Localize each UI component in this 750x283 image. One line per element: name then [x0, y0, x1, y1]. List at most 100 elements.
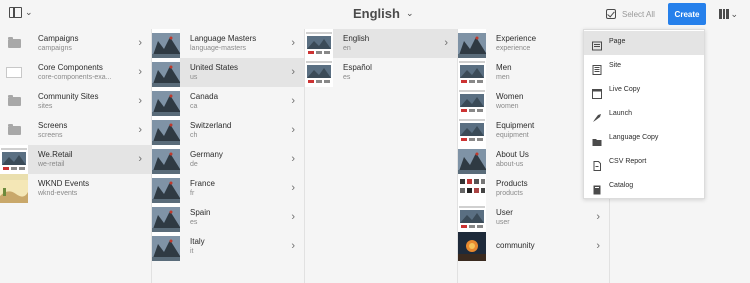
- item-title: Español: [343, 63, 372, 72]
- column-item[interactable]: Canada ca ›: [152, 87, 304, 116]
- item-text: Women women: [496, 92, 591, 112]
- chevron-right-icon[interactable]: ›: [291, 38, 295, 49]
- chevron-down-icon: ⌄: [25, 7, 33, 17]
- csv-report-icon: [592, 158, 602, 171]
- create-menu-item-launch[interactable]: Launch: [584, 103, 704, 127]
- item-thumbnail: [0, 58, 28, 87]
- column-item[interactable]: Language Masters language-masters ›: [152, 29, 304, 58]
- chevron-right-icon[interactable]: ›: [138, 96, 142, 107]
- column-2: Language Masters language-masters › United …: [152, 29, 305, 283]
- folder-icon: [8, 124, 21, 135]
- item-name: sites: [38, 103, 53, 110]
- column-item[interactable]: English en ›: [305, 29, 457, 58]
- catalog-icon: [592, 182, 602, 195]
- item-title: We.Retail: [38, 150, 73, 159]
- column-1: Campaigns campaigns › Core Components core-c…: [0, 29, 152, 283]
- column-view-icon: [719, 9, 729, 19]
- item-title: Equipment: [496, 121, 535, 130]
- create-menu-item-csv-report[interactable]: CSV Report: [584, 151, 704, 175]
- column-item[interactable]: Español es: [305, 58, 457, 87]
- item-text: Switzerland ch: [190, 121, 285, 141]
- chevron-right-icon[interactable]: ›: [291, 125, 295, 136]
- create-menu-item-page[interactable]: Page: [584, 31, 704, 55]
- create-button[interactable]: Create: [668, 3, 706, 25]
- item-thumbnail: [152, 87, 180, 116]
- item-title: Switzerland: [190, 121, 232, 130]
- page-icon: [592, 38, 602, 51]
- create-menu-item-label: Launch: [609, 110, 632, 117]
- column-item[interactable]: Screens screens ›: [0, 116, 151, 145]
- column-item[interactable]: United States us ›: [152, 58, 304, 87]
- column-item[interactable]: community ›: [458, 232, 609, 261]
- chevron-right-icon[interactable]: ›: [138, 38, 142, 49]
- item-title: English: [343, 34, 370, 43]
- title-dropdown[interactable]: English ⌄: [353, 6, 414, 21]
- item-text: France fr: [190, 179, 285, 199]
- item-thumbnail: [0, 145, 28, 174]
- item-title: Products: [496, 179, 528, 188]
- create-menu-item-label: CSV Report: [609, 158, 647, 165]
- item-name: it: [190, 248, 194, 255]
- chevron-right-icon[interactable]: ›: [596, 212, 600, 223]
- select-all-button[interactable]: Select All: [606, 9, 655, 19]
- item-thumbnail: [305, 29, 333, 58]
- item-text: Products products: [496, 179, 591, 199]
- column-item[interactable]: Campaigns campaigns ›: [0, 29, 151, 58]
- item-text: Italy it: [190, 237, 285, 257]
- chevron-right-icon[interactable]: ›: [291, 96, 295, 107]
- item-thumbnail: [0, 29, 28, 58]
- item-text: community: [496, 241, 591, 251]
- create-menu-item-live-copy[interactable]: Live Copy: [584, 79, 704, 103]
- column-item[interactable]: France fr ›: [152, 174, 304, 203]
- item-thumbnail: [458, 203, 486, 232]
- chevron-right-icon[interactable]: ›: [291, 212, 295, 223]
- folder-icon: [8, 37, 21, 48]
- item-thumbnail: [152, 174, 180, 203]
- item-thumbnail: [458, 174, 486, 203]
- select-all-icon: [606, 9, 616, 19]
- item-title: Men: [496, 63, 512, 72]
- item-title: User: [496, 208, 513, 217]
- column-item[interactable]: Italy it ›: [152, 232, 304, 261]
- column-item[interactable]: WKND Events wknd-events: [0, 174, 151, 203]
- column-item[interactable]: User user ›: [458, 203, 609, 232]
- item-thumbnail: [305, 58, 333, 87]
- select-all-label: Select All: [622, 9, 655, 19]
- create-menu-item-catalog[interactable]: Catalog: [584, 175, 704, 199]
- column-3: English en › Español es: [305, 29, 458, 283]
- folder-icon: [8, 95, 21, 106]
- column-item[interactable]: Switzerland ch ›: [152, 116, 304, 145]
- chevron-right-icon[interactable]: ›: [444, 38, 448, 49]
- item-thumbnail: [458, 29, 486, 58]
- item-title: Community Sites: [38, 92, 99, 101]
- item-name: es: [343, 74, 351, 81]
- item-name: ch: [190, 132, 198, 139]
- chevron-right-icon[interactable]: ›: [138, 67, 142, 78]
- column-item[interactable]: Core Components core-components-exa... ›: [0, 58, 151, 87]
- create-menu-item-site[interactable]: Site: [584, 55, 704, 79]
- language-copy-icon: [592, 134, 602, 146]
- rail-toggle-button[interactable]: ⌄: [9, 7, 33, 18]
- column-item[interactable]: Germany de ›: [152, 145, 304, 174]
- live-copy-icon: [592, 86, 602, 99]
- side-panel-icon: [9, 7, 22, 18]
- create-menu-item-language-copy[interactable]: Language Copy: [584, 127, 704, 151]
- item-thumbnail: [458, 232, 486, 261]
- column-item[interactable]: Community Sites sites ›: [0, 87, 151, 116]
- item-text: Core Components core-components-exa...: [38, 63, 133, 83]
- item-title: Screens: [38, 121, 68, 130]
- create-menu-item-label: Site: [609, 62, 622, 69]
- item-title: United States: [190, 63, 239, 72]
- chevron-right-icon[interactable]: ›: [138, 154, 142, 165]
- column-item[interactable]: We.Retail we-retail ›: [0, 145, 151, 174]
- chevron-right-icon[interactable]: ›: [596, 241, 600, 252]
- item-name: de: [190, 161, 198, 168]
- chevron-right-icon[interactable]: ›: [291, 154, 295, 165]
- view-switcher-button[interactable]: ⌄: [719, 9, 738, 19]
- column-item[interactable]: Spain es ›: [152, 203, 304, 232]
- chevron-right-icon[interactable]: ›: [291, 183, 295, 194]
- chevron-right-icon[interactable]: ›: [291, 67, 295, 78]
- item-title: Spain: [190, 208, 211, 217]
- chevron-right-icon[interactable]: ›: [138, 125, 142, 136]
- chevron-right-icon[interactable]: ›: [291, 241, 295, 252]
